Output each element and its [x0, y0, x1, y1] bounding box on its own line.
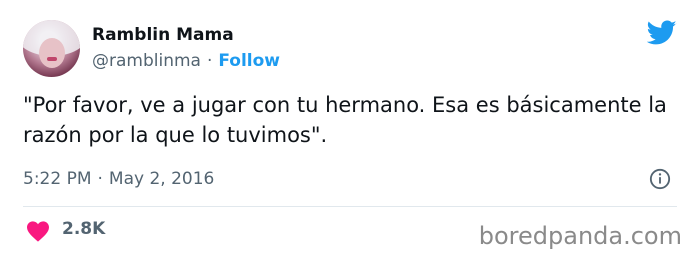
avatar[interactable] — [23, 20, 80, 77]
author-name[interactable]: Ramblin Mama — [92, 25, 234, 45]
avatar-mouth — [47, 57, 57, 61]
info-icon[interactable] — [649, 168, 671, 190]
tweet-time: 5:22 PM — [23, 169, 92, 189]
tweet-text: "Por favor, ve a jugar con tu hermano. E… — [23, 93, 667, 147]
avatar-face — [39, 38, 65, 68]
watermark: boredpanda.com — [478, 222, 682, 250]
tweet-date: May 2, 2016 — [108, 169, 215, 189]
handle-row: @ramblinma · Follow — [92, 51, 280, 71]
like-count[interactable]: 2.8K — [62, 219, 105, 239]
separator-dot: · — [206, 51, 213, 71]
twitter-bird-icon[interactable] — [647, 20, 677, 46]
follow-button[interactable]: Follow — [218, 51, 280, 71]
heart-icon[interactable] — [26, 220, 50, 242]
separator-dot: · — [97, 169, 103, 189]
tweet-timestamp[interactable]: 5:22 PM · May 2, 2016 — [23, 169, 214, 189]
author-handle[interactable]: @ramblinma — [92, 51, 201, 71]
divider — [23, 206, 677, 207]
